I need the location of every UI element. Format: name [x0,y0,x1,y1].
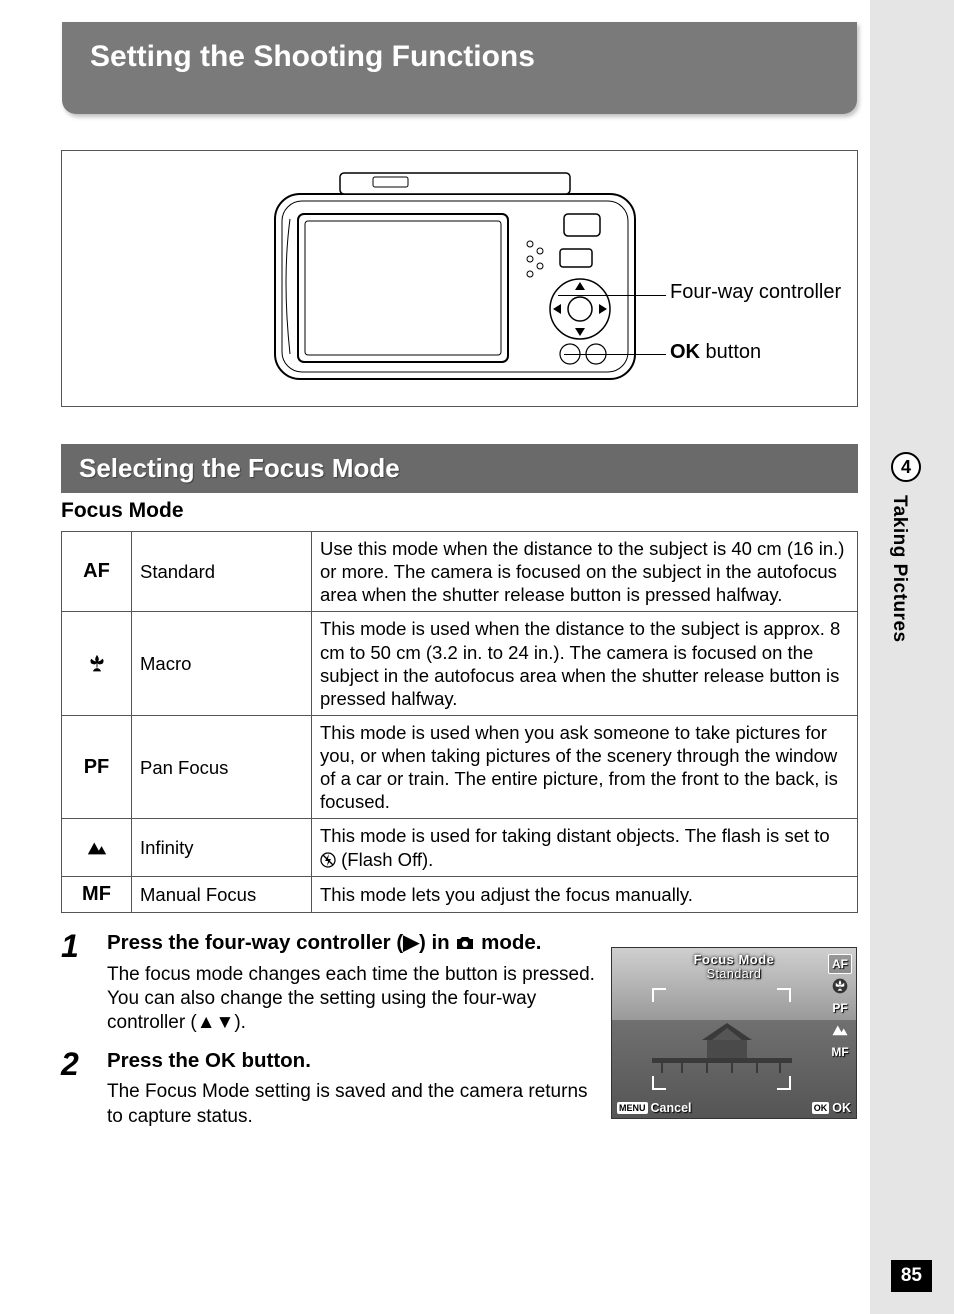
mode-icon-af: AF [62,532,132,612]
lcd-mode-af: AF [828,954,852,974]
mode-icon-infinity [62,819,132,876]
callout-ok-button: OK button [670,341,761,364]
lcd-mode-macro [828,976,852,996]
page-number: 85 [891,1260,932,1292]
step-description: The focus mode changes each time the but… [107,963,606,1036]
chapter-title: Taking Pictures [888,495,910,643]
table-row: Macro This mode is used when the distanc… [62,612,858,716]
mode-desc: This mode is used when you ask someone t… [312,715,858,819]
mountain-icon [86,839,108,857]
table-caption: Focus Mode [61,499,184,523]
camera-mode-icon [455,935,475,951]
lcd-subtitle: Standard [612,967,856,981]
lcd-title: Focus Mode [612,948,856,967]
mode-name: Standard [132,532,312,612]
table-row: Infinity This mode is used for taking di… [62,819,858,876]
mode-desc: Use this mode when the distance to the s… [312,532,858,612]
step-title: Press the four-way controller (▶) in mod… [107,930,606,957]
camera-back-illustration [270,169,650,389]
page-title: Setting the Shooting Functions [62,22,857,114]
focus-mode-table: AF Standard Use this mode when the dista… [61,531,858,913]
step-number: 2 [61,1048,89,1129]
flower-icon [86,653,108,675]
flower-icon [832,978,848,994]
table-row: MF Manual Focus This mode lets you adjus… [62,876,858,912]
table-row: AF Standard Use this mode when the dista… [62,532,858,612]
mode-desc: This mode is used when the distance to t… [312,612,858,716]
callout-fourway: Four-way controller [670,281,841,304]
step-item: 1 Press the four-way controller (▶) in m… [61,930,606,1036]
lcd-mode-mf: MF [828,1042,852,1062]
camera-diagram: Four-way controller OK button [61,150,858,407]
mode-name: Pan Focus [132,715,312,819]
section-heading: Selecting the Focus Mode [61,444,858,493]
lcd-ok: OKOK [812,1101,851,1115]
mode-name: Infinity [132,819,312,876]
mode-desc: This mode is used for taking distant obj… [312,819,858,876]
lcd-preview: Focus Mode Standard AF PF MF MENUCancel … [611,947,857,1119]
mode-name: Macro [132,612,312,716]
table-row: PF Pan Focus This mode is used when you … [62,715,858,819]
procedure-steps: 1 Press the four-way controller (▶) in m… [61,930,606,1141]
lcd-cancel: MENUCancel [617,1101,692,1115]
lcd-mode-list: AF PF MF [828,954,852,1062]
lcd-mode-pf: PF [828,998,852,1018]
mode-name: Manual Focus [132,876,312,912]
lcd-mode-infinity [828,1020,852,1040]
step-description: The Focus Mode setting is saved and the … [107,1080,606,1129]
flash-off-icon [320,852,336,868]
thumb-index-sidebar: 4 Taking Pictures 85 [870,0,954,1314]
step-item: 2 Press the OK button. The Focus Mode se… [61,1048,606,1129]
mountain-icon [831,1023,849,1037]
mode-icon-macro [62,612,132,716]
mode-icon-pf: PF [62,715,132,819]
chapter-number-badge: 4 [891,452,921,482]
mode-desc: This mode lets you adjust the focus manu… [312,876,858,912]
mode-icon-mf: MF [62,876,132,912]
step-number: 1 [61,930,89,1036]
step-title: Press the OK button. [107,1048,606,1075]
